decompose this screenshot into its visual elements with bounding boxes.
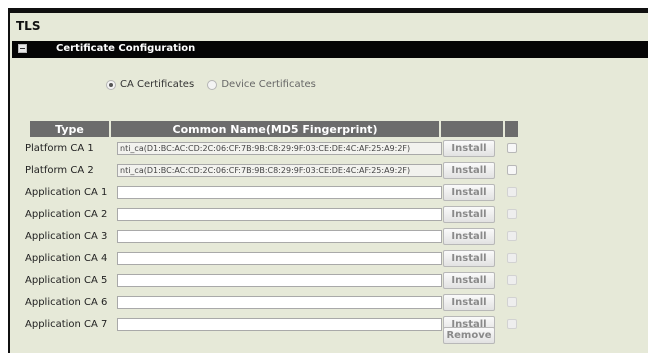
common-name-field[interactable]: nti_ca(D1:BC:AC:CD:2C:06:CF:7B:9B:C8:29:… xyxy=(117,142,442,155)
common-name-field[interactable] xyxy=(117,208,442,221)
row-select-checkbox[interactable] xyxy=(507,209,517,219)
ca-certificates-label: CA Certificates xyxy=(120,79,195,90)
install-button[interactable]: Install xyxy=(443,272,495,289)
install-button[interactable]: Install xyxy=(443,294,495,311)
common-name-field[interactable] xyxy=(117,252,442,265)
install-column-header xyxy=(441,121,503,137)
install-button[interactable]: Install xyxy=(443,206,495,223)
install-button[interactable]: Install xyxy=(443,162,495,179)
common-name-field[interactable] xyxy=(117,296,442,309)
row-select-checkbox[interactable] xyxy=(507,253,517,263)
common-name-field[interactable] xyxy=(117,230,442,243)
collapse-icon[interactable] xyxy=(18,44,27,53)
radio-selected-icon[interactable] xyxy=(106,79,116,90)
tls-panel: TLS Certificate Configuration CA Certifi… xyxy=(8,8,648,353)
radio-unselected-icon[interactable] xyxy=(207,79,218,90)
install-button[interactable]: Install xyxy=(443,250,495,267)
row-type-label: Application CA 2 xyxy=(25,209,108,220)
type-column-header: Type xyxy=(30,121,109,137)
common-name-field[interactable] xyxy=(117,318,442,331)
install-button[interactable]: Install xyxy=(443,184,495,201)
device-certificates-radio[interactable]: Device Certificates xyxy=(207,79,316,90)
row-select-checkbox[interactable] xyxy=(507,319,517,329)
section-header[interactable]: Certificate Configuration xyxy=(12,41,648,58)
row-type-label: Application CA 1 xyxy=(25,187,108,198)
row-type-label: Application CA 4 xyxy=(25,253,108,264)
row-type-label: Application CA 6 xyxy=(25,297,108,308)
remove-button[interactable]: Remove xyxy=(443,327,495,344)
row-select-checkbox[interactable] xyxy=(507,297,517,307)
ca-certificates-radio[interactable]: CA Certificates xyxy=(106,79,194,90)
page-title: TLS xyxy=(16,19,41,33)
row-select-checkbox[interactable] xyxy=(507,275,517,285)
row-type-label: Application CA 3 xyxy=(25,231,108,242)
select-column-header xyxy=(505,121,518,137)
common-name-field[interactable]: nti_ca(D1:BC:AC:CD:2C:06:CF:7B:9B:C8:29:… xyxy=(117,164,442,177)
common-name-field[interactable] xyxy=(117,186,442,199)
row-select-checkbox[interactable] xyxy=(507,231,517,241)
row-select-checkbox[interactable] xyxy=(507,187,517,197)
section-title: Certificate Configuration xyxy=(56,43,196,54)
row-select-checkbox[interactable] xyxy=(507,143,517,153)
common-name-column-header: Common Name(MD5 Fingerprint) xyxy=(111,121,439,137)
row-type-label: Platform CA 1 xyxy=(25,143,94,154)
row-select-checkbox[interactable] xyxy=(507,165,517,175)
install-button[interactable]: Install xyxy=(443,140,495,157)
row-type-label: Platform CA 2 xyxy=(25,165,94,176)
device-certificates-label: Device Certificates xyxy=(221,79,316,90)
row-type-label: Application CA 5 xyxy=(25,275,108,286)
row-type-label: Application CA 7 xyxy=(25,319,108,330)
install-button[interactable]: Install xyxy=(443,228,495,245)
common-name-field[interactable] xyxy=(117,274,442,287)
certificate-type-selector: CA Certificates Device Certificates xyxy=(106,79,326,93)
